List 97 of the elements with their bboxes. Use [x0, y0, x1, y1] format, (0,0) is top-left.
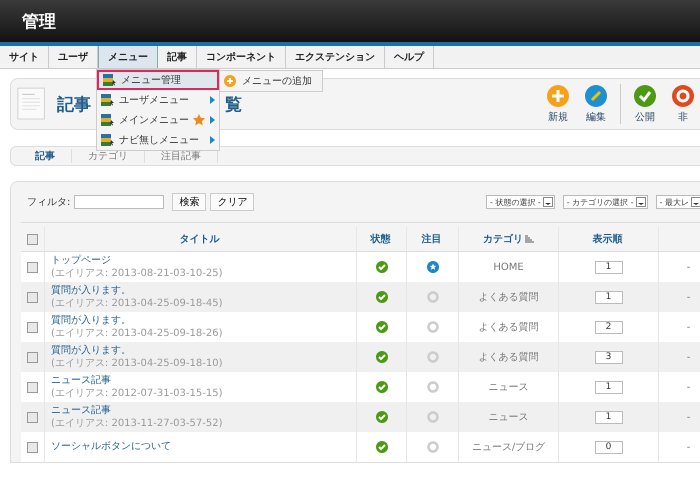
checkbox[interactable] [27, 322, 38, 332]
toolbar-button[interactable]: 編集 [578, 84, 614, 124]
column-header[interactable]: タイトル [180, 232, 220, 246]
circle-icon [672, 84, 694, 106]
alias-text: (エイリアス: 2013-11-27-03-57-52) [51, 418, 222, 430]
check-icon[interactable] [376, 291, 388, 303]
menu-item[interactable]: ナビ無しメニュー [97, 130, 219, 150]
column-header[interactable]: 表示順 [592, 232, 622, 246]
menu-item[interactable]: サイト [0, 46, 49, 68]
sort-icon [525, 235, 534, 243]
checkbox[interactable] [27, 412, 38, 422]
menu-item[interactable]: ユーザメニュー [97, 90, 219, 110]
check-icon[interactable] [376, 441, 388, 453]
star-icon[interactable] [426, 261, 438, 273]
caret-icon [542, 197, 553, 207]
article-title-link[interactable]: 質問が入ります。 [51, 314, 131, 326]
menu-item[interactable]: メインメニュー [97, 110, 219, 130]
order-field[interactable]: 1 [594, 410, 622, 424]
article-title-link[interactable]: ニュース記事 [51, 404, 111, 416]
order-field[interactable]: 2 [594, 320, 622, 334]
checkbox[interactable] [27, 234, 38, 244]
alias-text: (エイリアス: 2012-07-31-03-15-15) [51, 388, 222, 400]
toolbar-button[interactable]: 新規 [540, 84, 576, 124]
article-title-link[interactable]: ソーシャルボタンについて [51, 441, 171, 453]
check-icon[interactable] [376, 261, 388, 273]
menu-icon [101, 94, 115, 106]
menu-item[interactable]: メニュー [98, 46, 158, 68]
tab[interactable]: 記事 [19, 149, 72, 163]
menu-icon [103, 74, 117, 86]
toolbar-button[interactable]: 公開 [627, 84, 663, 124]
alias-text: (エイリアス: 2013-08-21-03-10-25) [51, 268, 222, 280]
select-dropdown[interactable]: - カテゴリの選択 - [562, 195, 648, 209]
caret-icon [636, 197, 646, 207]
plus-icon [547, 84, 569, 106]
menu-item[interactable]: コンポーネント [197, 46, 286, 68]
table-cell: - [686, 442, 690, 452]
pencil-icon [585, 84, 607, 106]
table-cell: - [686, 262, 690, 272]
caret-icon [691, 197, 700, 207]
order-field[interactable]: 1 [594, 380, 622, 394]
category-cell-text: よくある質問 [478, 290, 538, 304]
order-field[interactable]: 1 [594, 260, 622, 274]
ring-icon[interactable] [426, 441, 438, 453]
order-field[interactable]: 3 [594, 350, 622, 364]
category-cell-text: ニュース/ブログ [472, 440, 546, 454]
checkbox[interactable] [27, 292, 38, 302]
article-title-link[interactable]: 質問が入ります。 [51, 284, 131, 296]
column-header[interactable]: 状態 [370, 232, 390, 246]
alias-text: (エイリアス: 2013-04-25-09-18-45) [51, 298, 222, 310]
ring-icon[interactable] [426, 321, 438, 333]
check-icon[interactable] [376, 351, 388, 363]
check-icon[interactable] [376, 381, 388, 393]
filter-field[interactable] [74, 195, 164, 209]
table-cell: - [686, 292, 690, 302]
menu-icon [101, 134, 115, 146]
column-header[interactable]: 注目 [422, 232, 442, 246]
checkbox[interactable] [27, 382, 38, 392]
article-title-link[interactable]: トップページ [51, 254, 111, 266]
toolbar-button[interactable]: 非 [665, 84, 700, 124]
menu-item[interactable]: 記事 [158, 46, 197, 68]
order-field[interactable]: 1 [594, 290, 622, 304]
category-cell-text: ニュース [488, 411, 528, 424]
check-icon[interactable] [376, 411, 388, 423]
menu-item[interactable]: メニュー管理 [97, 70, 219, 90]
select-dropdown[interactable]: - 最大レ [656, 195, 700, 209]
category-cell: HOME [493, 262, 524, 272]
search-button[interactable]: 検索 [172, 193, 206, 211]
page-title: 記事 [57, 94, 91, 116]
menu-item[interactable]: エクステンション [286, 46, 385, 68]
category-cell-text: ニュース [488, 381, 528, 394]
page-title: 覧 [225, 94, 242, 116]
alias-text: (エイリアス: 2013-04-25-09-18-10) [51, 358, 222, 370]
category-cell-text: よくある質問 [478, 320, 538, 334]
plus-icon [224, 75, 236, 87]
window-title: 管理 [22, 10, 56, 32]
menu-item[interactable]: ヘルプ [385, 46, 434, 68]
checkbox[interactable] [27, 262, 38, 272]
table-cell: - [686, 352, 690, 362]
filter-label: フィルタ: [27, 196, 70, 209]
checkbox[interactable] [27, 352, 38, 362]
submenu-item[interactable]: メニューの追加 [219, 70, 323, 92]
select-dropdown[interactable]: - 状態の選択 - [486, 195, 555, 209]
check-icon [634, 84, 656, 106]
alias-text: (エイリアス: 2013-04-25-09-18-26) [51, 328, 222, 340]
article-title-link[interactable]: 質問が入ります。 [51, 344, 131, 356]
checkbox[interactable] [27, 442, 38, 452]
check-icon[interactable] [376, 321, 388, 333]
table-cell: - [686, 322, 690, 332]
category-cell-text: よくある質問 [478, 350, 538, 364]
menu-icon [101, 114, 115, 126]
column-header[interactable]: カテゴリ [483, 232, 523, 246]
ring-icon[interactable] [426, 381, 438, 393]
table-cell: - [686, 412, 690, 422]
table-cell: - [686, 382, 690, 392]
article-title-link[interactable]: ニュース記事 [51, 374, 111, 386]
order-field[interactable]: 0 [594, 440, 622, 454]
clear-button[interactable]: クリア [210, 193, 254, 211]
